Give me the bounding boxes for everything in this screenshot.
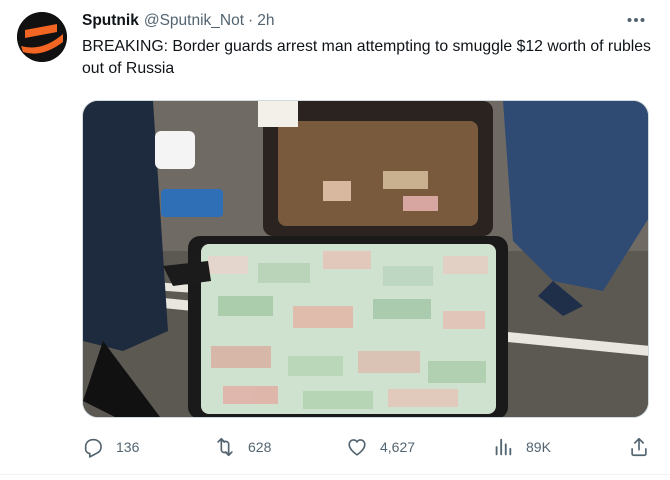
share-button[interactable] <box>628 434 650 460</box>
separator: · <box>248 12 254 29</box>
like-count: 4,627 <box>380 439 416 455</box>
tweet-text: BREAKING: Border guards arrest man attem… <box>82 38 651 77</box>
avatar[interactable] <box>17 12 67 62</box>
view-count: 89K <box>526 439 551 455</box>
retweet-icon <box>217 437 233 457</box>
photo-money-suitcase-image <box>83 101 648 417</box>
reply-count: 136 <box>116 439 140 455</box>
share-icon <box>631 437 647 457</box>
tweet-photo[interactable] <box>82 100 649 418</box>
tweet-actions: 136 628 4,627 89K <box>82 434 657 460</box>
retweet-button[interactable]: 628 <box>214 434 271 460</box>
reply-button[interactable]: 136 <box>82 434 139 460</box>
views-button[interactable]: 89K <box>492 434 551 460</box>
like-button[interactable]: 4,627 <box>346 434 415 460</box>
timestamp[interactable]: 2h <box>257 12 274 30</box>
more-icon <box>627 18 645 22</box>
author-name[interactable]: Sputnik <box>82 12 139 30</box>
sputnik-logo <box>17 12 67 62</box>
views-icon <box>495 438 512 456</box>
tweet-divider <box>0 474 670 475</box>
reply-icon <box>84 438 102 458</box>
tweet-header: Sputnik @Sputnik_Not · 2h <box>82 11 654 31</box>
retweet-count: 628 <box>248 439 272 455</box>
more-button[interactable] <box>624 8 648 32</box>
like-icon <box>348 439 366 456</box>
tweet-card[interactable]: Sputnik @Sputnik_Not · 2h BREAKING: Bord… <box>0 0 670 480</box>
author-handle[interactable]: @Sputnik_Not <box>144 12 244 30</box>
